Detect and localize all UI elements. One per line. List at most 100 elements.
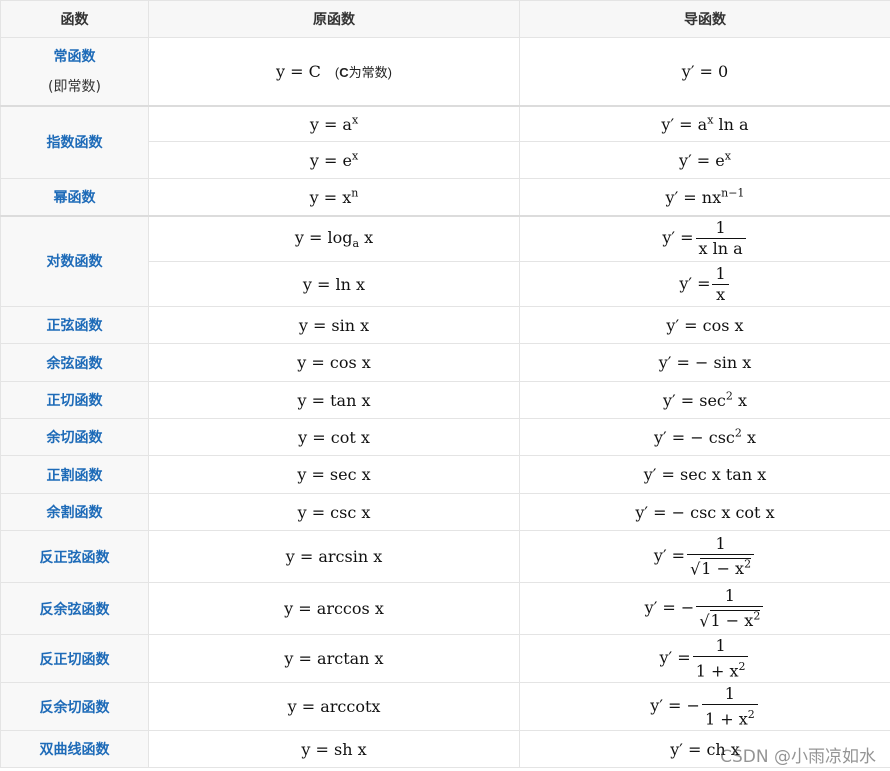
original-cell: y = xn [148, 178, 520, 216]
formula: y = sec x [297, 465, 371, 484]
original-cell: y = ln x [148, 261, 520, 307]
row-name: 反余切函数 [0, 682, 149, 731]
table-row: 反正弦函数 y = arcsin x y′ = 1 √1 − x2 [0, 530, 890, 583]
derivative-cell: y′ = − sin x [519, 343, 890, 382]
formula: y′ = ex [679, 149, 731, 171]
derivative-cell: y′ = sec2 x [519, 381, 890, 419]
formula: y = cot x [298, 427, 370, 447]
formula: y = arcsin x [285, 547, 383, 566]
table-row: 余切函数 y = cot x y′ = − csc2 x [0, 418, 890, 456]
table-row: 余割函数 y = csc x y′ = − csc x cot x [0, 493, 890, 531]
formula: y = loga x [294, 227, 374, 250]
formula: y′ = − sin x [658, 353, 752, 372]
derivative-table: 函数 原函数 导函数 常函数 (即常数) y = C (C为常数) y′ = 0 … [0, 0, 890, 768]
header-row: 函数 原函数 导函数 [0, 0, 890, 38]
row-name: 指数函数 [0, 104, 149, 179]
original-cell: y = sin x [148, 306, 520, 344]
row-name: 正切函数 [0, 381, 149, 419]
original-cell: y = sec x [148, 455, 520, 494]
derivative-cell: y′ = 1 x [519, 261, 890, 307]
formula: y = xn [309, 186, 359, 207]
formula: y′ = 1 √1 − x2 [654, 534, 756, 579]
original-cell: y = C (C为常数) [148, 37, 520, 106]
formula: y′ = 1 x ln a [662, 218, 747, 258]
derivative-cell: y′ = − csc x cot x [519, 493, 890, 531]
header-derivative: 导函数 [519, 0, 890, 38]
row-name: 幂函数 [0, 178, 149, 216]
original-cell: y = csc x [148, 493, 520, 531]
table-row: 对数函数 y = loga x y′ = 1 x ln a [0, 214, 890, 307]
formula: y = ln x [302, 274, 366, 294]
formula: y = ex [309, 149, 359, 171]
note-text: 为常数) [348, 64, 392, 80]
table-row: 常函数 (即常数) y = C (C为常数) y′ = 0 [0, 37, 890, 106]
original-cell: y = sh x [148, 730, 520, 768]
derivative-cell: y′ = 0 [519, 37, 890, 106]
derivative-cell: y′ = ax ln a [519, 104, 890, 142]
formula: y′ = 1 1 + x2 [660, 636, 751, 680]
formula: y = arccos x [284, 599, 384, 618]
derivative-cell: y′ = −1 1 + x2 [519, 682, 890, 731]
original-cell: y = arccos x [148, 582, 520, 635]
row-name: 双曲线函数 [0, 730, 149, 768]
row-name: 常函数 (即常数) [0, 37, 149, 106]
table-row: 正弦函数 y = sin x y′ = cos x [0, 306, 890, 344]
original-cell: y = arccotx [148, 682, 520, 731]
derivative-cell: y′ = ex [519, 141, 890, 179]
formula: y′ = sec x tan x [643, 465, 767, 484]
formula: y′ = −1 √1 − x2 [645, 586, 766, 631]
original-cell: y = tan x [148, 381, 520, 419]
row-name: 余切函数 [0, 418, 149, 456]
formula: y = arccotx [287, 697, 381, 716]
table-row: 余弦函数 y = cos x y′ = − sin x [0, 343, 890, 382]
original-cell: y = ax [148, 104, 520, 142]
formula: y′ = sec2 x [663, 389, 747, 411]
watermark: CSDN @小雨凉如水 [720, 747, 876, 767]
original-cell: y = cot x [148, 418, 520, 456]
formula: y = tan x [297, 390, 371, 410]
formula: y′ = −1 1 + x2 [650, 684, 759, 728]
row-name: 反余弦函数 [0, 582, 149, 635]
derivative-cell: y′ = −1 √1 − x2 [519, 582, 890, 635]
row-name-sub: (即常数) [48, 79, 101, 96]
formula: y′ = − csc2 x [654, 426, 756, 448]
note: (C为常数) [335, 65, 392, 80]
formula: y = cos x [297, 353, 371, 372]
row-name-label: 常函数 [53, 49, 96, 66]
table-row: 指数函数 y = ax y′ = ax ln a [0, 104, 890, 179]
formula: y′ = nxn−1 [665, 186, 745, 207]
row-name: 正弦函数 [0, 306, 149, 344]
row-name: 反正切函数 [0, 634, 149, 683]
table-row: 正切函数 y = tan x y′ = sec2 x [0, 381, 890, 419]
header-function: 函数 [0, 0, 149, 38]
row-name: 正割函数 [0, 455, 149, 494]
formula: y′ = cos x [666, 315, 744, 335]
table-row: 幂函数 y = xn y′ = nxn−1 [0, 178, 890, 216]
formula: y′ = 0 [681, 61, 729, 81]
row-name: 余割函数 [0, 493, 149, 531]
formula: y = C [276, 61, 321, 81]
row-name: 余弦函数 [0, 343, 149, 382]
formula: y = sh x [301, 739, 367, 759]
original-cell: y = cos x [148, 343, 520, 382]
table-row: 正割函数 y = sec x y′ = sec x tan x [0, 455, 890, 494]
table-row: 反余弦函数 y = arccos x y′ = −1 √1 − x2 [0, 582, 890, 635]
derivative-cell: y′ = 1 x ln a [519, 214, 890, 262]
formula: y = csc x [297, 502, 371, 522]
derivative-cell: y′ = cos x [519, 306, 890, 344]
derivative-cell: y′ = 1 1 + x2 [519, 634, 890, 683]
formula: y = arctan x [284, 649, 384, 668]
derivative-cell: y′ = nxn−1 [519, 178, 890, 216]
formula: y′ = 1 x [679, 264, 730, 304]
original-cell: y = arctan x [148, 634, 520, 683]
formula: y = sin x [298, 315, 370, 335]
table-row: 反余切函数 y = arccotx y′ = −1 1 + x2 [0, 682, 890, 731]
derivative-cell: y′ = − csc2 x [519, 418, 890, 456]
derivative-cell: y′ = sec x tan x [519, 455, 890, 494]
original-cell: y = loga x [148, 214, 520, 262]
original-cell: y = arcsin x [148, 530, 520, 583]
formula: y′ = − csc x cot x [635, 502, 775, 522]
table-row: 反正切函数 y = arctan x y′ = 1 1 + x2 [0, 634, 890, 683]
header-original: 原函数 [148, 0, 520, 38]
row-name: 对数函数 [0, 214, 149, 307]
